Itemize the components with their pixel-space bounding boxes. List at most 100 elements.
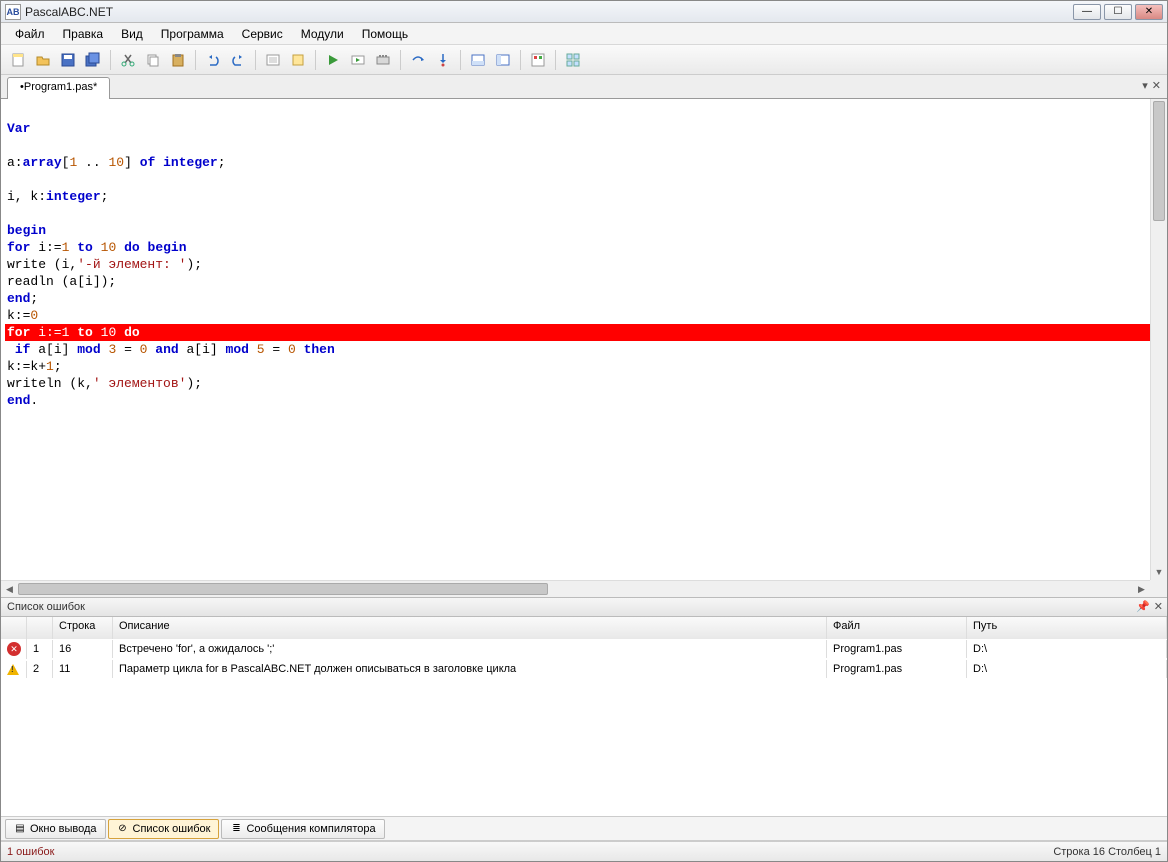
errors-panel-header: Список ошибок 📌 ✕ [1, 597, 1167, 617]
module-icon[interactable] [287, 49, 309, 71]
code-editor[interactable]: Var a:array[1 .. 10] of integer; i, k:in… [1, 99, 1167, 597]
close-button[interactable]: ✕ [1135, 4, 1163, 20]
code-line[interactable] [5, 137, 1167, 154]
tab-compiler[interactable]: ≣ Сообщения компилятора [221, 819, 384, 839]
properties-icon[interactable] [262, 49, 284, 71]
horizontal-scrollbar[interactable]: ◀ ▶ [1, 580, 1150, 597]
step-over-icon[interactable] [407, 49, 429, 71]
errors-icon: ⊘ [117, 823, 129, 835]
error-row[interactable]: ✕116Встречено 'for', а ожидалось ';'Prog… [1, 639, 1167, 659]
intellisense-icon[interactable] [562, 49, 584, 71]
form-designer-icon[interactable] [527, 49, 549, 71]
errors-grid: Строка Описание Файл Путь ✕116Встречено … [1, 617, 1167, 817]
code-line[interactable]: k:=0 [5, 307, 1167, 324]
toolbar-separator [555, 50, 556, 70]
col-path[interactable]: Путь [967, 617, 1167, 639]
toggle-output-icon[interactable] [467, 49, 489, 71]
window-title: PascalABC.NET [25, 5, 1073, 19]
code-line[interactable]: for i:=1 to 10 do begin [5, 239, 1167, 256]
error-row[interactable]: 211Параметр цикла for в PascalABC.NET до… [1, 659, 1167, 679]
errors-panel-title: Список ошибок [7, 601, 85, 613]
code-line[interactable]: end. [5, 392, 1167, 409]
code-line[interactable]: writeln (k,' элементов'); [5, 375, 1167, 392]
app-window: AB PascalABC.NET — ☐ ✕ Файл Правка Вид П… [0, 0, 1168, 862]
code-line[interactable]: Var [5, 120, 1167, 137]
toolbar-separator [255, 50, 256, 70]
panel-pin-icon[interactable]: 📌 [1136, 600, 1150, 613]
code-line[interactable]: a:array[1 .. 10] of integer; [5, 154, 1167, 171]
errors-header-row: Строка Описание Файл Путь [1, 617, 1167, 639]
scroll-thumb[interactable] [1153, 101, 1165, 221]
status-errors: 1 ошибок [7, 846, 55, 858]
scroll-thumb[interactable] [18, 583, 548, 595]
code-line[interactable]: if a[i] mod 3 = 0 and a[i] mod 5 = 0 the… [5, 341, 1167, 358]
code-line[interactable]: readln (a[i]); [5, 273, 1167, 290]
tab-close-icon[interactable]: ✕ [1152, 79, 1161, 92]
code-line[interactable]: k:=k+1; [5, 358, 1167, 375]
new-file-icon[interactable] [7, 49, 29, 71]
save-all-icon[interactable] [82, 49, 104, 71]
code-line[interactable]: for i:=1 to 10 do [5, 324, 1167, 341]
menu-modules[interactable]: Модули [293, 25, 352, 43]
scroll-down-icon[interactable]: ▼ [1151, 563, 1167, 580]
menu-file[interactable]: Файл [7, 25, 53, 43]
toolbar-separator [400, 50, 401, 70]
toolbar [1, 45, 1167, 75]
tab-errors[interactable]: ⊘ Список ошибок [108, 819, 220, 839]
col-icon[interactable] [1, 617, 27, 639]
step-into-icon[interactable] [432, 49, 454, 71]
warning-icon [7, 664, 19, 675]
toolbar-separator [195, 50, 196, 70]
col-num[interactable] [27, 617, 53, 639]
code-line[interactable]: begin [5, 222, 1167, 239]
menu-edit[interactable]: Правка [55, 25, 112, 43]
compiler-icon: ≣ [230, 823, 242, 835]
output-icon: ▤ [14, 823, 26, 835]
maximize-button[interactable]: ☐ [1104, 4, 1132, 20]
code-line[interactable]: write (i,'-й элемент: '); [5, 256, 1167, 273]
toggle-panel-icon[interactable] [492, 49, 514, 71]
toolbar-separator [315, 50, 316, 70]
bottom-tabbar: ▤ Окно вывода ⊘ Список ошибок ≣ Сообщени… [1, 817, 1167, 841]
copy-icon[interactable] [142, 49, 164, 71]
save-icon[interactable] [57, 49, 79, 71]
cut-icon[interactable] [117, 49, 139, 71]
file-tabbar: •Program1.pas* ▾ ✕ [1, 75, 1167, 99]
code-line[interactable] [5, 205, 1167, 222]
undo-icon[interactable] [202, 49, 224, 71]
scroll-right-icon[interactable]: ▶ [1133, 581, 1150, 597]
open-file-icon[interactable] [32, 49, 54, 71]
titlebar: AB PascalABC.NET — ☐ ✕ [1, 1, 1167, 23]
redo-icon[interactable] [227, 49, 249, 71]
vertical-scrollbar[interactable]: ▲ ▼ [1150, 99, 1167, 580]
app-icon: AB [5, 4, 21, 20]
code-line[interactable] [5, 103, 1167, 120]
status-position: Строка 16 Столбец 1 [1053, 846, 1161, 858]
file-tab[interactable]: •Program1.pas* [7, 77, 110, 99]
col-desc[interactable]: Описание [113, 617, 827, 639]
run-icon[interactable] [322, 49, 344, 71]
run-no-debug-icon[interactable] [347, 49, 369, 71]
code-line[interactable]: i, k:integer; [5, 188, 1167, 205]
scroll-left-icon[interactable]: ◀ [1, 581, 18, 597]
error-icon: ✕ [7, 642, 21, 656]
menu-view[interactable]: Вид [113, 25, 151, 43]
scroll-corner [1150, 580, 1167, 597]
paste-icon[interactable] [167, 49, 189, 71]
menu-program[interactable]: Программа [153, 25, 232, 43]
toolbar-separator [520, 50, 521, 70]
menu-service[interactable]: Сервис [234, 25, 291, 43]
tab-output[interactable]: ▤ Окно вывода [5, 819, 106, 839]
code-line[interactable]: end; [5, 290, 1167, 307]
toolbar-separator [110, 50, 111, 70]
col-file[interactable]: Файл [827, 617, 967, 639]
col-line[interactable]: Строка [53, 617, 113, 639]
minimize-button[interactable]: — [1073, 4, 1101, 20]
tab-dropdown-icon[interactable]: ▾ [1142, 79, 1148, 92]
statusbar: 1 ошибок Строка 16 Столбец 1 [1, 841, 1167, 861]
toolbar-separator [460, 50, 461, 70]
menu-help[interactable]: Помощь [354, 25, 416, 43]
code-line[interactable] [5, 171, 1167, 188]
panel-close-icon[interactable]: ✕ [1154, 600, 1163, 613]
compile-icon[interactable] [372, 49, 394, 71]
